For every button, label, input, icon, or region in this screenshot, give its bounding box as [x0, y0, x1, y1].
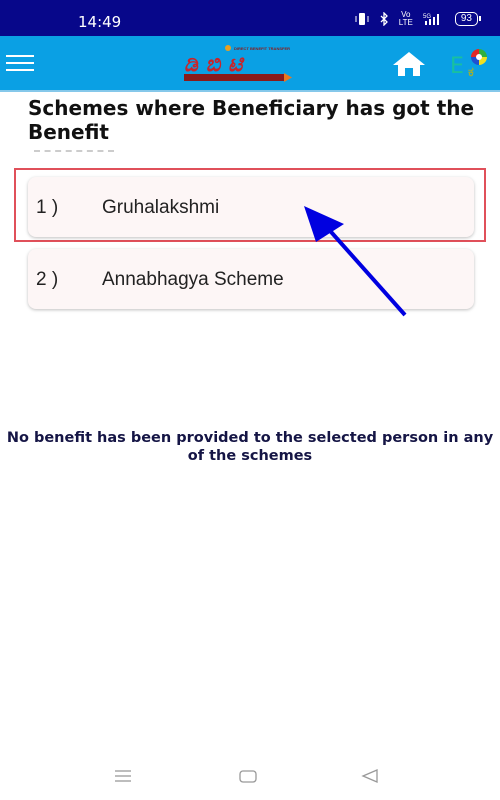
- back-icon[interactable]: [361, 768, 379, 784]
- bluetooth-icon: [380, 12, 388, 26]
- menu-icon: [6, 55, 34, 57]
- battery-icon: 93: [454, 12, 482, 26]
- recent-apps-icon[interactable]: [114, 768, 132, 784]
- scheme-name: Annabhagya Scheme: [102, 269, 284, 290]
- svg-text:DIRECT BENEFIT TRANSFER: DIRECT BENEFIT TRANSFER: [234, 46, 290, 51]
- faded-text: [34, 150, 114, 154]
- scheme-name: Gruhalakshmi: [102, 197, 220, 218]
- annotation-arrow-icon: [304, 206, 407, 317]
- dbt-logo: DIRECT BENEFIT TRANSFER ಡಿ ಬಿ ಟಿ: [184, 45, 292, 82]
- vibrate-icon: [355, 13, 369, 25]
- system-nav-bar: [0, 760, 500, 800]
- status-icons: Vo LTE 5G 93: [355, 10, 482, 27]
- no-benefit-message: No benefit has been provided to the sele…: [6, 430, 494, 464]
- signal-icon: 5G: [423, 14, 439, 25]
- home-button[interactable]: [392, 51, 426, 77]
- home-icon: [393, 52, 425, 76]
- lang-label-en: E: [450, 54, 464, 79]
- scheme-number: 2 ): [36, 269, 59, 290]
- menu-button[interactable]: [6, 55, 34, 73]
- logo-text: ಡಿ ಬಿ ಟಿ: [184, 52, 245, 77]
- status-bar: 14:49 Vo LTE 5G 93: [0, 0, 500, 36]
- language-toggle-icon: [471, 49, 487, 65]
- status-time: 14:49: [78, 13, 122, 31]
- volte-icon: Vo LTE: [398, 10, 413, 27]
- lang-label-kn: ಕ: [468, 64, 474, 79]
- scheme-number: 1 ): [36, 197, 59, 218]
- app-bar: DIRECT BENEFIT TRANSFER ಡಿ ಬಿ ಟಿ E ಕ: [0, 36, 500, 92]
- page-title: Schemes where Beneficiary has got the Be…: [28, 96, 475, 144]
- home-nav-icon[interactable]: [239, 768, 257, 784]
- language-toggle-button[interactable]: E ಕ: [448, 48, 492, 82]
